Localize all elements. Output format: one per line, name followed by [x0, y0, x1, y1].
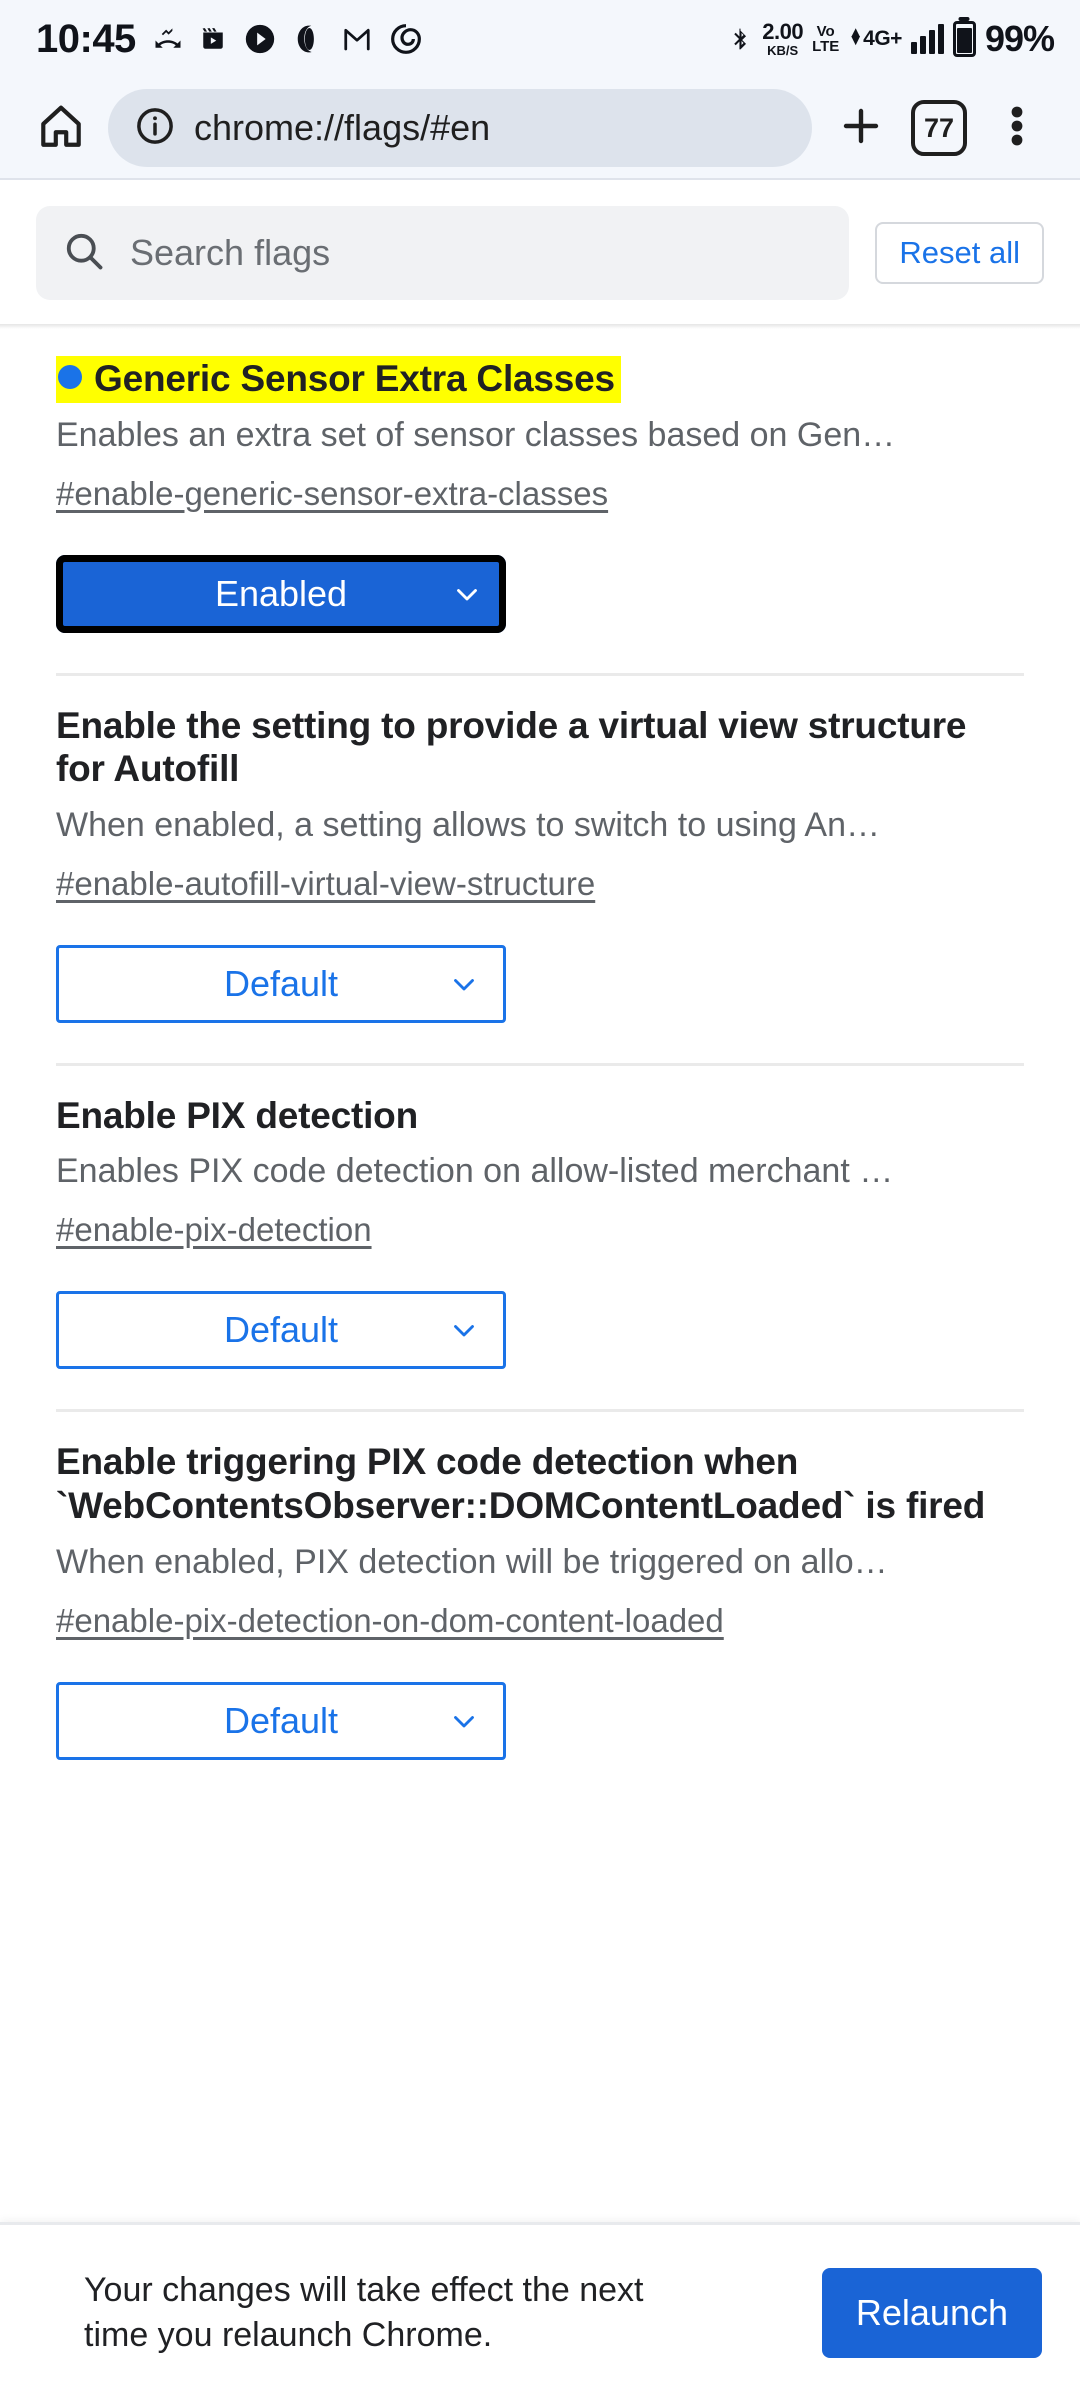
flag-description: When enabled, a setting allows to switch… [56, 805, 881, 844]
status-clock: 10:45 [36, 16, 136, 61]
network-type-indicator: ▲ ▼ 4G+ [848, 24, 902, 51]
flag-title-text: Enable triggering PIX code detection whe… [56, 1441, 986, 1526]
flag-entry: Enable triggering PIX code detection whe… [0, 1412, 1080, 1760]
flag-entry: Generic Sensor Extra Classes Enables an … [0, 329, 1080, 633]
video-camera-icon [200, 26, 226, 52]
flag-description: When enabled, PIX detection will be trig… [56, 1542, 888, 1581]
flag-title-wrap: Enable triggering PIX code detection whe… [56, 1440, 1024, 1527]
flag-new-dot-icon [58, 365, 82, 389]
new-tab-button[interactable] [822, 89, 900, 167]
bluetooth-icon [728, 22, 753, 56]
flag-state-select[interactable]: Default [56, 944, 506, 1023]
info-circle-icon[interactable] [134, 105, 176, 152]
flag-title-wrap: Enable PIX detection [56, 1094, 1024, 1138]
flags-list: Generic Sensor Extra Classes Enables an … [0, 329, 1080, 1986]
volte-top: Vo [816, 23, 835, 40]
reset-all-button[interactable]: Reset all [875, 222, 1044, 284]
list-bottom-spacer [0, 1800, 1080, 1986]
network-speed-value: 2.00 [762, 19, 804, 44]
tab-count-badge: 77 [911, 100, 967, 156]
relaunch-button[interactable]: Relaunch [821, 2267, 1042, 2358]
play-circle-icon [243, 22, 277, 56]
volte-icon: Vo LTE [812, 24, 839, 54]
volte-bottom: LTE [812, 38, 840, 55]
chevron-down-icon [447, 967, 481, 1001]
browser-toolbar: chrome://flags/#en 77 [0, 78, 1080, 178]
signal-bars-icon [910, 24, 944, 54]
flag-description: Enables PIX code detection on allow-list… [56, 1152, 894, 1191]
network-type-label: 4G+ [863, 27, 902, 50]
tab-switcher-button[interactable]: 77 [900, 89, 978, 167]
status-bar-right: 2.00 KB/S Vo LTE ▲ ▼ 4G+ 99% [728, 18, 1055, 60]
flag-id-link[interactable]: #enable-autofill-virtual-view-structure [56, 865, 595, 903]
flag-title-text: Enable PIX detection [56, 1094, 418, 1136]
flag-entry: Enable the setting to provide a virtual … [0, 676, 1080, 1023]
flag-state-label: Default [223, 1699, 339, 1741]
search-input[interactable]: Search flags [36, 206, 850, 300]
flag-state-select[interactable]: Enabled [56, 554, 506, 633]
battery-percent: 99% [984, 18, 1055, 59]
chevron-down-icon [447, 1313, 481, 1347]
home-button[interactable] [22, 89, 100, 167]
status-bar-left: 10:45 [36, 17, 422, 62]
more-vert-icon [1010, 102, 1024, 155]
flag-id-link[interactable]: #enable-generic-sensor-extra-classes [56, 475, 608, 513]
omnibox[interactable]: chrome://flags/#en [108, 89, 812, 167]
opera-icon [294, 23, 324, 55]
flags-search-row: Search flags Reset all [0, 180, 1080, 324]
search-placeholder: Search flags [130, 232, 331, 273]
relaunch-bar: Your changes will take effect the next t… [0, 2222, 1080, 2400]
gmail-icon [341, 24, 373, 54]
omnibox-url-text: chrome://flags/#en [194, 107, 491, 148]
status-bar: 10:45 2.00 KB/S Vo LTE ▲ ▼ 4G+ 99% [0, 0, 1080, 78]
flag-description: Enables an extra set of sensor classes b… [56, 415, 896, 454]
data-transfer-arrows-icon: ▲ ▼ [848, 24, 864, 50]
network-speed-unit: KB/S [767, 43, 799, 58]
missed-call-icon [153, 24, 183, 54]
spiral-icon [390, 23, 422, 55]
flag-state-label: Default [223, 1309, 339, 1351]
chevron-down-icon [447, 1704, 481, 1738]
flag-state-label: Default [223, 962, 339, 1004]
flag-id-link[interactable]: #enable-pix-detection [56, 1211, 372, 1249]
home-icon [36, 101, 86, 156]
chevron-down-icon [450, 577, 484, 611]
flag-title-text: Enable the setting to provide a virtual … [56, 704, 967, 790]
battery-icon [952, 21, 976, 57]
flag-id-link[interactable]: #enable-pix-detection-on-dom-content-loa… [56, 1602, 724, 1640]
flag-state-label: Enabled [214, 572, 348, 614]
plus-icon [837, 102, 885, 155]
flag-title-wrap: Enable the setting to provide a virtual … [56, 704, 1024, 791]
network-speed-indicator: 2.00 KB/S [762, 19, 804, 58]
flag-entry: Enable PIX detection Enables PIX code de… [0, 1066, 1080, 1370]
phone-screen: 10:45 2.00 KB/S Vo LTE ▲ ▼ 4G+ 99% chrom… [0, 0, 1080, 2400]
flag-title-highlighted: Generic Sensor Extra Classes [56, 356, 621, 403]
flag-title-text: Generic Sensor Extra Classes [94, 358, 615, 399]
flag-state-select[interactable]: Default [56, 1291, 506, 1370]
flag-state-select[interactable]: Default [56, 1681, 506, 1760]
relaunch-message: Your changes will take effect the next t… [84, 2270, 644, 2354]
flag-title-wrap: Generic Sensor Extra Classes [56, 356, 1024, 403]
overflow-menu-button[interactable] [978, 89, 1056, 167]
search-icon [62, 229, 106, 278]
